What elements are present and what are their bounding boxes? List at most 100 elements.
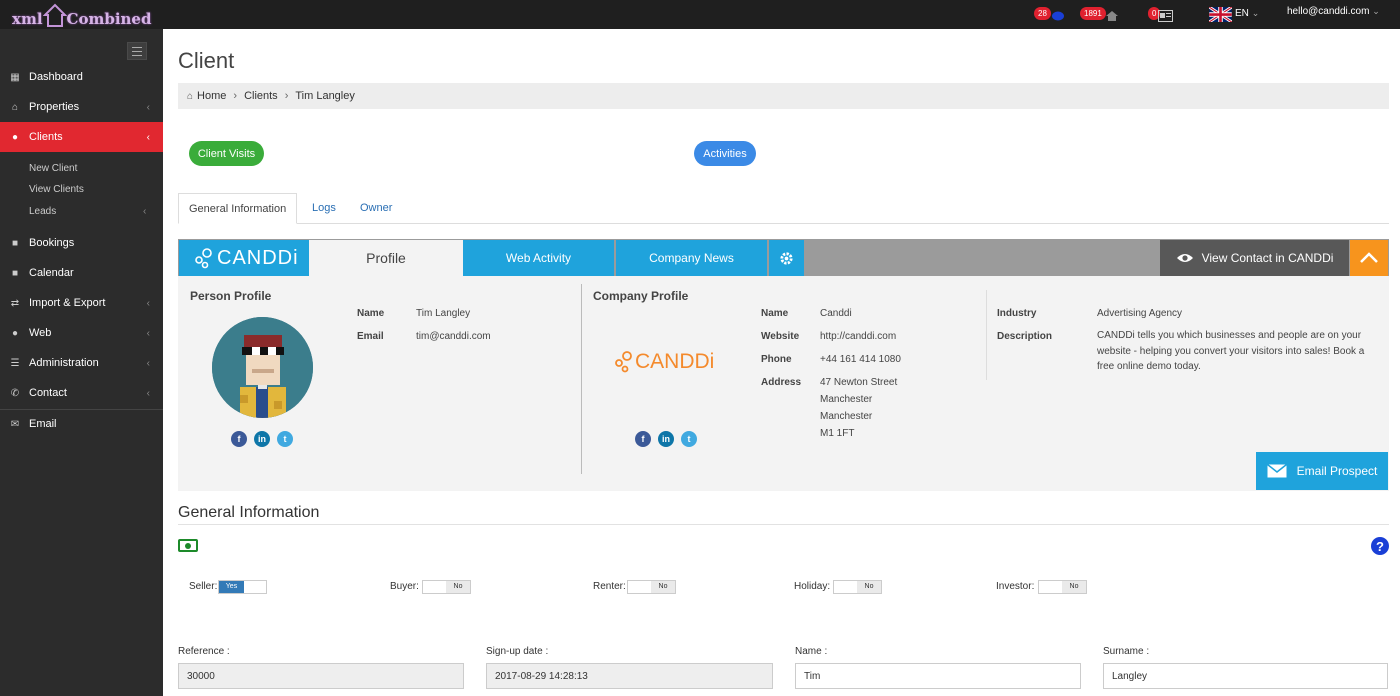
home-icon: ⌂ xyxy=(11,101,19,113)
seller-label: Seller: xyxy=(189,581,218,592)
company-name-label: Name xyxy=(761,308,789,319)
canddi-molecule-icon xyxy=(615,351,632,373)
holiday-label: Holiday: xyxy=(794,581,831,592)
buyer-label: Buyer: xyxy=(390,581,419,592)
canddi-tab-company-news[interactable]: Company News xyxy=(616,240,767,276)
settings-gear-icon[interactable] xyxy=(769,240,804,276)
money-icon xyxy=(178,539,198,552)
view-contact-label: View Contact in CANDDi xyxy=(1201,251,1334,265)
company-address-label: Address xyxy=(761,377,802,388)
sidebar-item-bookings[interactable]: ■ Bookings xyxy=(0,228,163,258)
user-menu[interactable]: hello@canddi.com ⌄ xyxy=(1287,6,1380,17)
company-description-value: CANDDi tells you which businesses and pe… xyxy=(1097,330,1365,372)
buyer-toggle[interactable]: No xyxy=(422,580,471,594)
sidebar-sub-label: New Client xyxy=(29,163,78,174)
tab-general-information[interactable]: General Information xyxy=(178,193,298,224)
list-icon: ☰ xyxy=(10,357,20,369)
name-field[interactable]: Tim xyxy=(795,663,1081,689)
chevron-left-icon: ‹ xyxy=(146,357,150,369)
client-visits-button[interactable]: Client Visits xyxy=(189,141,264,166)
sidebar-item-administration[interactable]: ☰ Administration ‹ xyxy=(0,348,163,378)
app-logo[interactable]: xml Combined xyxy=(12,2,151,28)
menu-toggle-icon[interactable] xyxy=(127,42,147,60)
sidebar-item-label: Bookings xyxy=(29,237,75,249)
envelope-icon xyxy=(1266,464,1287,478)
messages-badge: 28 xyxy=(1034,7,1051,20)
sidebar-item-web[interactable]: ● Web ‹ xyxy=(0,318,163,348)
section-title: General Information xyxy=(178,504,320,521)
seller-toggle[interactable]: Yes xyxy=(218,580,267,594)
email-prospect-button[interactable]: Email Prospect xyxy=(1256,452,1388,490)
sidebar-item-import-export[interactable]: ⇄ Import & Export ‹ xyxy=(0,288,163,318)
tab-owner[interactable]: Owner xyxy=(360,193,392,224)
company-profile-heading: Company Profile xyxy=(593,289,689,303)
breadcrumb-current: Tim Langley xyxy=(295,90,355,102)
company-industry-value: Advertising Agency xyxy=(1097,308,1183,319)
twitter-icon[interactable]: t xyxy=(681,431,697,447)
person-name-label: Name xyxy=(357,308,385,319)
user-email: hello@canddi.com xyxy=(1287,6,1370,17)
sidebar-item-label: Calendar xyxy=(29,267,74,279)
collapse-button[interactable] xyxy=(1350,240,1388,276)
breadcrumb-clients[interactable]: Clients xyxy=(244,90,278,102)
sidebar-item-properties[interactable]: ⌂ Properties ‹ xyxy=(0,92,163,122)
sidebar-item-label: Dashboard xyxy=(29,71,83,83)
linkedin-icon[interactable]: in xyxy=(658,431,674,447)
globe-icon: ● xyxy=(11,327,19,339)
signup-date-label: Sign-up date : xyxy=(486,646,549,657)
home-icon[interactable] xyxy=(1106,11,1118,21)
twitter-icon[interactable]: t xyxy=(277,431,293,447)
holiday-toggle[interactable]: No xyxy=(833,580,882,594)
sidebar-item-calendar[interactable]: ■ Calendar xyxy=(0,258,163,288)
newspaper-icon[interactable] xyxy=(1158,10,1173,22)
lock-icon: ■ xyxy=(11,237,19,249)
sidebar-item-label: Clients xyxy=(29,131,63,143)
sidebar-sub-view-clients[interactable]: View Clients xyxy=(29,184,84,195)
chevron-left-icon: ‹ xyxy=(146,327,150,339)
breadcrumb-home[interactable]: Home xyxy=(197,90,226,102)
company-website-value[interactable]: http://canddi.com xyxy=(820,328,896,345)
exchange-icon: ⇄ xyxy=(10,297,20,309)
grid-icon: ▦ xyxy=(10,71,20,83)
view-contact-button[interactable]: View Contact in CANDDi xyxy=(1160,240,1349,276)
linkedin-icon[interactable]: in xyxy=(254,431,270,447)
chevron-left-icon: ‹ xyxy=(146,101,150,113)
chevron-down-icon: ⌄ xyxy=(1251,8,1260,18)
toggle-yes: Yes xyxy=(219,581,244,593)
facebook-icon[interactable]: f xyxy=(231,431,247,447)
language-selector[interactable]: EN ⌄ xyxy=(1235,8,1259,19)
chevron-up-icon xyxy=(1360,252,1378,263)
sidebar-item-label: Email xyxy=(29,418,57,430)
canddi-tab-profile[interactable]: Profile xyxy=(309,240,463,276)
toggle-no: No xyxy=(1062,581,1086,593)
person-email-value[interactable]: tim@canddi.com xyxy=(416,328,491,345)
uk-flag-icon[interactable] xyxy=(1209,7,1232,22)
sidebar-sub-leads[interactable]: Leads ‹ xyxy=(29,206,146,217)
sidebar-item-email[interactable]: ✉ Email xyxy=(0,409,163,439)
sidebar-sub-label: Leads xyxy=(29,206,57,217)
sidebar-sub-new-client[interactable]: New Client xyxy=(29,163,77,174)
tab-logs[interactable]: Logs xyxy=(312,193,336,224)
person-profile-heading: Person Profile xyxy=(190,289,272,303)
person-name-value: Tim Langley xyxy=(416,308,471,319)
page-title: Client xyxy=(178,48,235,73)
company-logo: CANDDi xyxy=(613,350,714,374)
activities-button[interactable]: Activities xyxy=(694,141,756,166)
company-logo-text: CANDDi xyxy=(635,350,715,373)
sidebar-item-dashboard[interactable]: ▦ Dashboard xyxy=(0,62,163,92)
canddi-molecule-icon xyxy=(195,248,212,269)
renter-toggle[interactable]: No xyxy=(627,580,676,594)
logo-text-combined: Combined xyxy=(66,10,152,28)
sidebar-item-clients[interactable]: ● Clients ‹ xyxy=(0,122,163,152)
vertical-divider xyxy=(986,290,987,380)
canddi-tab-web-activity[interactable]: Web Activity xyxy=(463,240,614,276)
surname-field[interactable]: Langley xyxy=(1103,663,1388,689)
investor-toggle[interactable]: No xyxy=(1038,580,1087,594)
company-address-line: M1 1FT xyxy=(820,428,855,439)
chevron-left-icon: ‹ xyxy=(143,206,147,217)
language-label: EN xyxy=(1235,8,1249,19)
help-icon[interactable]: ? xyxy=(1371,537,1389,555)
chat-icon[interactable] xyxy=(1052,11,1064,21)
sidebar-item-contact[interactable]: ✆ Contact ‹ xyxy=(0,378,163,408)
facebook-icon[interactable]: f xyxy=(635,431,651,447)
